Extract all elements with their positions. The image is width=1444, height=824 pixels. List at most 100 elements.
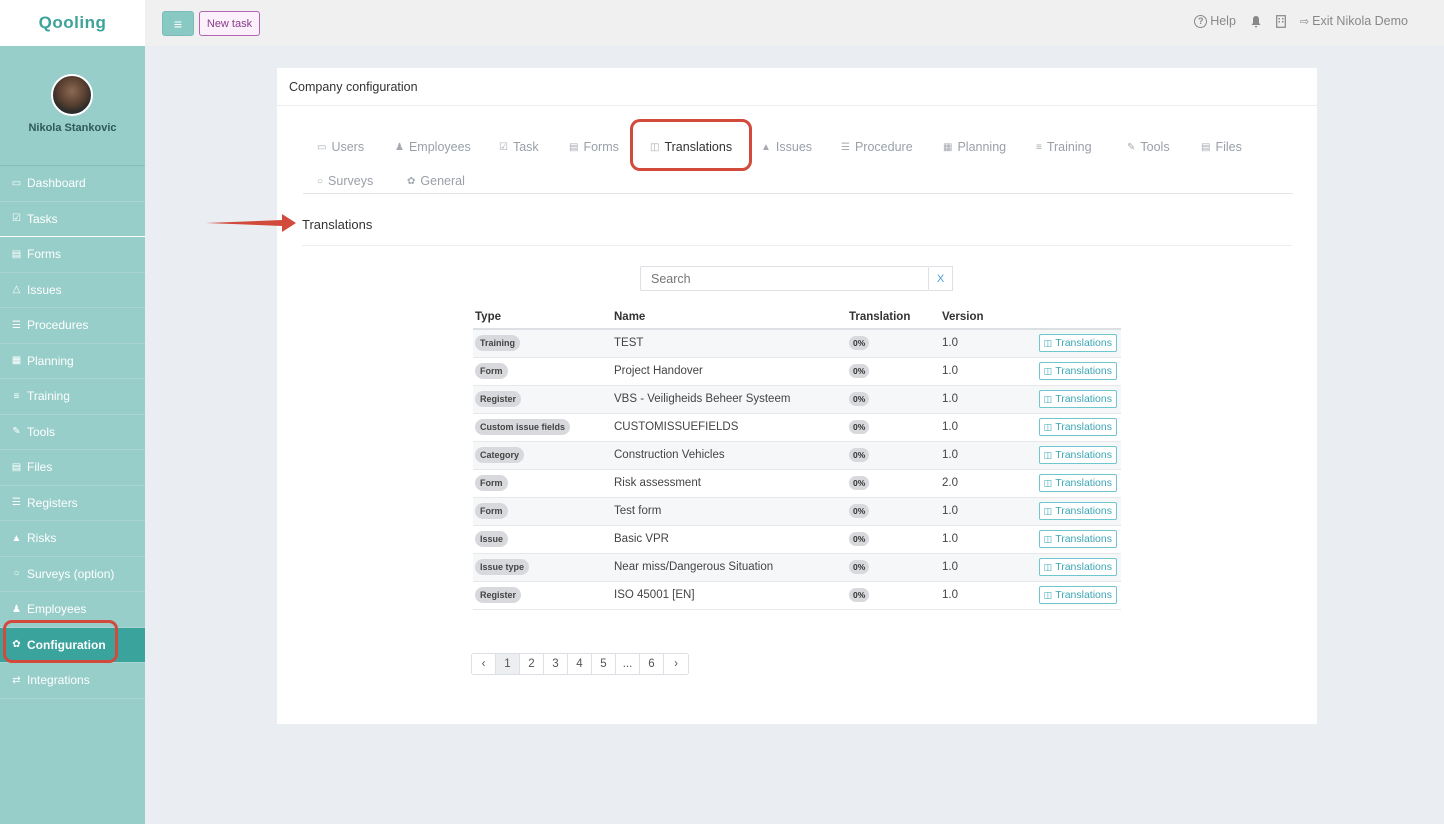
tab-files[interactable]: ▤ Files bbox=[1201, 140, 1242, 154]
sidebar-item-issues[interactable]: △ Issues bbox=[0, 273, 145, 308]
avatar[interactable] bbox=[51, 74, 93, 116]
tab-forms[interactable]: ▤ Forms bbox=[569, 140, 619, 154]
translations-button[interactable]: ◫ Translations bbox=[1038, 558, 1117, 576]
action-cell: ◫ Translations bbox=[1034, 497, 1121, 526]
sidebar-item-integrations[interactable]: ⇄ Integrations bbox=[0, 663, 145, 699]
translations-button[interactable]: ◫ Translations bbox=[1038, 586, 1117, 604]
monitor-icon: ▭ bbox=[11, 177, 22, 189]
top-right-actions: ? Help ⇨ Exit Nikola Demo bbox=[1194, 14, 1408, 28]
company-button[interactable] bbox=[1276, 14, 1286, 28]
sidebar-item-registers[interactable]: ☰ Registers bbox=[0, 486, 145, 521]
translations-button[interactable]: ◫ Translations bbox=[1038, 362, 1117, 380]
sidebar-item-label: Issues bbox=[27, 282, 62, 297]
sidebar-item-tasks[interactable]: ☑ Tasks bbox=[0, 202, 145, 237]
version-cell: 1.0 bbox=[940, 385, 1034, 414]
tab-issues[interactable]: ▲ Issues bbox=[761, 140, 812, 154]
page-5-button[interactable]: 5 bbox=[592, 654, 616, 674]
translations-button[interactable]: ◫ Translations bbox=[1038, 390, 1117, 408]
action-cell: ◫ Translations bbox=[1034, 553, 1121, 582]
tab-label: Tools bbox=[1140, 140, 1170, 154]
translation-cell: 0% bbox=[847, 553, 940, 582]
tab-label: Planning bbox=[957, 140, 1007, 154]
tab-training[interactable]: ≡ Training bbox=[1036, 140, 1092, 154]
exit-demo-link[interactable]: ⇨ Exit Nikola Demo bbox=[1300, 14, 1408, 28]
sidebar-item-label: Risks bbox=[27, 531, 57, 546]
translations-button[interactable]: ◫ Translations bbox=[1038, 334, 1117, 353]
type-badge: Custom issue fields bbox=[475, 419, 571, 435]
help-link[interactable]: ? Help bbox=[1194, 14, 1236, 28]
tab-task[interactable]: ☑ Task bbox=[499, 140, 539, 154]
name-cell: ISO 45001 [EN] bbox=[612, 581, 847, 610]
tab-tools[interactable]: ✎ Tools bbox=[1127, 140, 1170, 154]
action-cell: ◫ Translations bbox=[1034, 357, 1121, 386]
search-box bbox=[640, 266, 929, 291]
sidebar-item-procedures[interactable]: ☰ Procedures bbox=[0, 308, 145, 344]
column-header-version[interactable]: Version bbox=[940, 305, 1034, 330]
tab-label: Surveys bbox=[328, 174, 374, 188]
translations-button[interactable]: ◫ Translations bbox=[1038, 502, 1117, 520]
list-icon: ☰ bbox=[12, 319, 21, 331]
translations-button[interactable]: ◫ Translations bbox=[1038, 530, 1117, 548]
translations-button[interactable]: ◫ Translations bbox=[1038, 418, 1117, 436]
sidebar-item-forms[interactable]: ▤ Forms bbox=[0, 237, 145, 273]
page-3-button[interactable]: 3 bbox=[544, 654, 568, 674]
sidebar-item-label: Procedures bbox=[27, 318, 89, 333]
version-cell: 1.0 bbox=[940, 413, 1034, 442]
translation-cell: 0% bbox=[847, 385, 940, 414]
sidebar-item-label: Tools bbox=[27, 424, 56, 439]
sidebar-item-planning[interactable]: ▦ Planning bbox=[0, 344, 145, 379]
next-page-button[interactable]: › bbox=[664, 654, 688, 674]
user-profile[interactable]: Nikola Stankovic bbox=[0, 46, 145, 166]
tab-users[interactable]: ▭ Users bbox=[317, 140, 364, 154]
column-header-name[interactable]: Name bbox=[612, 305, 847, 330]
menu-toggle-button[interactable]: ≡ bbox=[162, 11, 194, 36]
sidebar-item-surveys-option[interactable]: ○ Surveys (option) bbox=[0, 557, 145, 592]
page-4-button[interactable]: 4 bbox=[568, 654, 592, 674]
name-cell: Risk assessment bbox=[612, 469, 847, 498]
warning-icon: ▲ bbox=[11, 532, 22, 544]
version-cell: 1.0 bbox=[940, 329, 1034, 358]
sidebar-item-training[interactable]: ≡ Training bbox=[0, 379, 145, 415]
language-icon: ◫ bbox=[1043, 365, 1053, 376]
type-badge: Form bbox=[475, 363, 508, 379]
page-ellipsis: ... bbox=[616, 654, 640, 674]
tab-procedure[interactable]: ☰ Procedure bbox=[841, 140, 913, 154]
column-header-actions bbox=[1034, 305, 1121, 330]
search-input[interactable] bbox=[641, 267, 928, 290]
sidebar-item-files[interactable]: ▤ Files bbox=[0, 450, 145, 486]
type-cell: Issue type bbox=[473, 553, 612, 582]
sidebar-item-label: Training bbox=[27, 389, 70, 404]
type-cell: Register bbox=[473, 581, 612, 610]
prev-page-button[interactable]: ‹ bbox=[472, 654, 496, 674]
sidebar-item-dashboard[interactable]: ▭ Dashboard bbox=[0, 166, 145, 202]
sidebar-item-risks[interactable]: ▲ Risks bbox=[0, 521, 145, 557]
id-card-icon: ▭ bbox=[317, 141, 327, 153]
logo-area[interactable]: Qooling bbox=[0, 0, 145, 46]
translations-button[interactable]: ◫ Translations bbox=[1038, 446, 1117, 464]
tab-label: Files bbox=[1215, 140, 1242, 154]
page-2-button[interactable]: 2 bbox=[520, 654, 544, 674]
page-6-button[interactable]: 6 bbox=[640, 654, 664, 674]
translation-cell: 0% bbox=[847, 413, 940, 442]
tab-general[interactable]: ✿ General bbox=[407, 174, 465, 188]
version-cell: 1.0 bbox=[940, 357, 1034, 386]
column-header-type[interactable]: Type bbox=[473, 305, 612, 330]
column-header-translation[interactable]: Translation bbox=[847, 305, 940, 330]
tab-label: Training bbox=[1046, 140, 1092, 154]
translations-button[interactable]: ◫ Translations bbox=[1038, 474, 1117, 492]
table-row: Form Project Handover 0% 1.0 ◫ Translations bbox=[473, 357, 1121, 386]
tab-surveys[interactable]: ○ Surveys bbox=[317, 174, 373, 188]
page-1-button[interactable]: 1 bbox=[496, 654, 520, 674]
top-bar: Qooling ≡ New task ? Help ⇨ Exit Nikola … bbox=[0, 0, 1444, 46]
logo[interactable]: Qooling bbox=[39, 13, 107, 33]
translation-cell: 0% bbox=[847, 357, 940, 386]
clear-search-button[interactable]: X bbox=[929, 266, 953, 291]
translations-button-label: Translations bbox=[1055, 477, 1112, 489]
sidebar-item-tools[interactable]: ✎ Tools bbox=[0, 415, 145, 450]
translation-percent-badge: 0% bbox=[849, 532, 870, 546]
name-cell: Test form bbox=[612, 497, 847, 526]
new-task-button[interactable]: New task bbox=[199, 11, 260, 36]
tab-employees[interactable]: ♟ Employees bbox=[395, 140, 471, 154]
notifications-button[interactable] bbox=[1250, 15, 1262, 28]
tab-planning[interactable]: ▦ Planning bbox=[943, 140, 1006, 154]
